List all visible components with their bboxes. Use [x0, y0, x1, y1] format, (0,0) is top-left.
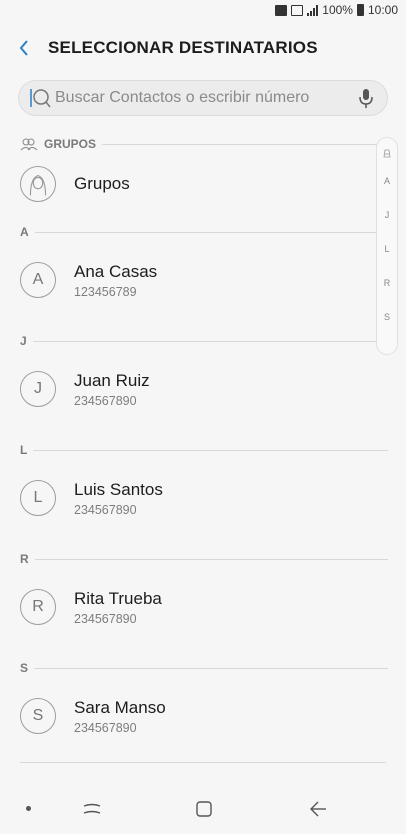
- status-bar: 100% 10:00: [0, 0, 406, 20]
- status-time: 10:00: [367, 3, 398, 17]
- battery-percent: 100%: [322, 3, 353, 17]
- contact-number: 234567890: [74, 393, 137, 408]
- contact-name: Sara Manso: [74, 697, 166, 717]
- divider: [34, 667, 388, 669]
- contact-number: 234567890: [74, 502, 137, 517]
- index-letter[interactable]: J: [385, 205, 390, 226]
- list-item-groups[interactable]: Grupos: [0, 154, 372, 214]
- index-letter[interactable]: S: [384, 307, 390, 328]
- list-item[interactable]: L Luis Santos 234567890: [0, 468, 372, 528]
- home-icon[interactable]: [192, 798, 216, 820]
- contact-name: Juan Ruiz: [74, 370, 150, 390]
- index-letter[interactable]: A: [384, 171, 390, 192]
- avatar: A: [20, 262, 56, 298]
- avatar: R: [20, 589, 56, 625]
- recent-apps-icon[interactable]: [80, 798, 104, 820]
- contact-info: Grupos: [74, 174, 130, 194]
- index-scroller[interactable]: A J L R S: [376, 137, 398, 355]
- list-item[interactable]: S Sara Manso 234567890: [0, 686, 372, 746]
- divider: [33, 449, 388, 451]
- contact-info: Luis Santos 234567890: [74, 480, 163, 517]
- contact-number: 123456789: [74, 284, 137, 299]
- contact-info: Rita Trueba 234567890: [74, 589, 162, 626]
- avatar: S: [20, 698, 56, 734]
- section-header-l: L: [20, 442, 388, 458]
- contact-name: Luis Santos: [74, 479, 163, 499]
- nav-dot-icon: [26, 806, 31, 811]
- signal-icon: [307, 4, 319, 16]
- contact-info: Juan Ruiz 234567890: [74, 371, 150, 408]
- section-letter: R: [20, 552, 29, 566]
- header: SELECCIONAR DESTINATARIOS: [0, 32, 406, 64]
- back-arrow-icon[interactable]: [306, 798, 330, 820]
- search-bar[interactable]: [18, 80, 388, 116]
- section-letter: A: [20, 225, 29, 239]
- section-header-groups: GRUPOS: [20, 136, 388, 152]
- mic-icon[interactable]: [357, 87, 375, 109]
- section-letter: S: [20, 661, 29, 675]
- avatar: J: [20, 371, 56, 407]
- contact-info: Sara Manso 234567890: [74, 698, 166, 735]
- section-letter: J: [20, 334, 27, 348]
- divider: [32, 340, 388, 342]
- contact-name: Ana Casas: [74, 261, 158, 281]
- contact-info: Ana Casas 123456789: [74, 262, 157, 299]
- divider: [102, 143, 388, 145]
- data-icon: [291, 4, 304, 16]
- divider: [34, 558, 388, 560]
- contact-name: Rita Trueba: [74, 588, 162, 608]
- contact-name: Grupos: [74, 174, 130, 193]
- chevron-left-icon: [19, 40, 28, 56]
- sim-icon: [275, 4, 288, 16]
- groups-index-icon[interactable]: [382, 148, 392, 158]
- group-avatar: [20, 166, 56, 202]
- battery-icon: [356, 4, 364, 16]
- search-input[interactable]: [55, 89, 357, 107]
- person-silhouette-icon: [29, 174, 47, 196]
- page-title: SELECCIONAR DESTINATARIOS: [48, 38, 318, 57]
- divider: [34, 231, 388, 233]
- list-item[interactable]: R Rita Trueba 234567890: [0, 577, 372, 637]
- section-header-a: A: [20, 224, 388, 240]
- section-header-j: J: [20, 333, 388, 349]
- navigation-bar: [0, 784, 406, 834]
- section-letter: L: [20, 443, 28, 457]
- list-item[interactable]: A Ana Casas 123456789: [0, 250, 372, 310]
- section-header-s: S: [20, 660, 388, 676]
- section-header-r: R: [20, 551, 388, 567]
- divider: [20, 762, 386, 763]
- index-letter[interactable]: L: [384, 239, 389, 260]
- list-item[interactable]: J Juan Ruiz 234567890: [0, 359, 372, 419]
- contact-number: 234567890: [74, 720, 137, 735]
- search-icon: [30, 89, 51, 108]
- avatar: L: [20, 480, 56, 516]
- groups-icon: [20, 138, 38, 151]
- back-button[interactable]: [0, 32, 48, 64]
- section-label: GRUPOS: [44, 137, 97, 151]
- contact-number: 234567890: [74, 611, 137, 626]
- index-letter[interactable]: R: [384, 273, 391, 294]
